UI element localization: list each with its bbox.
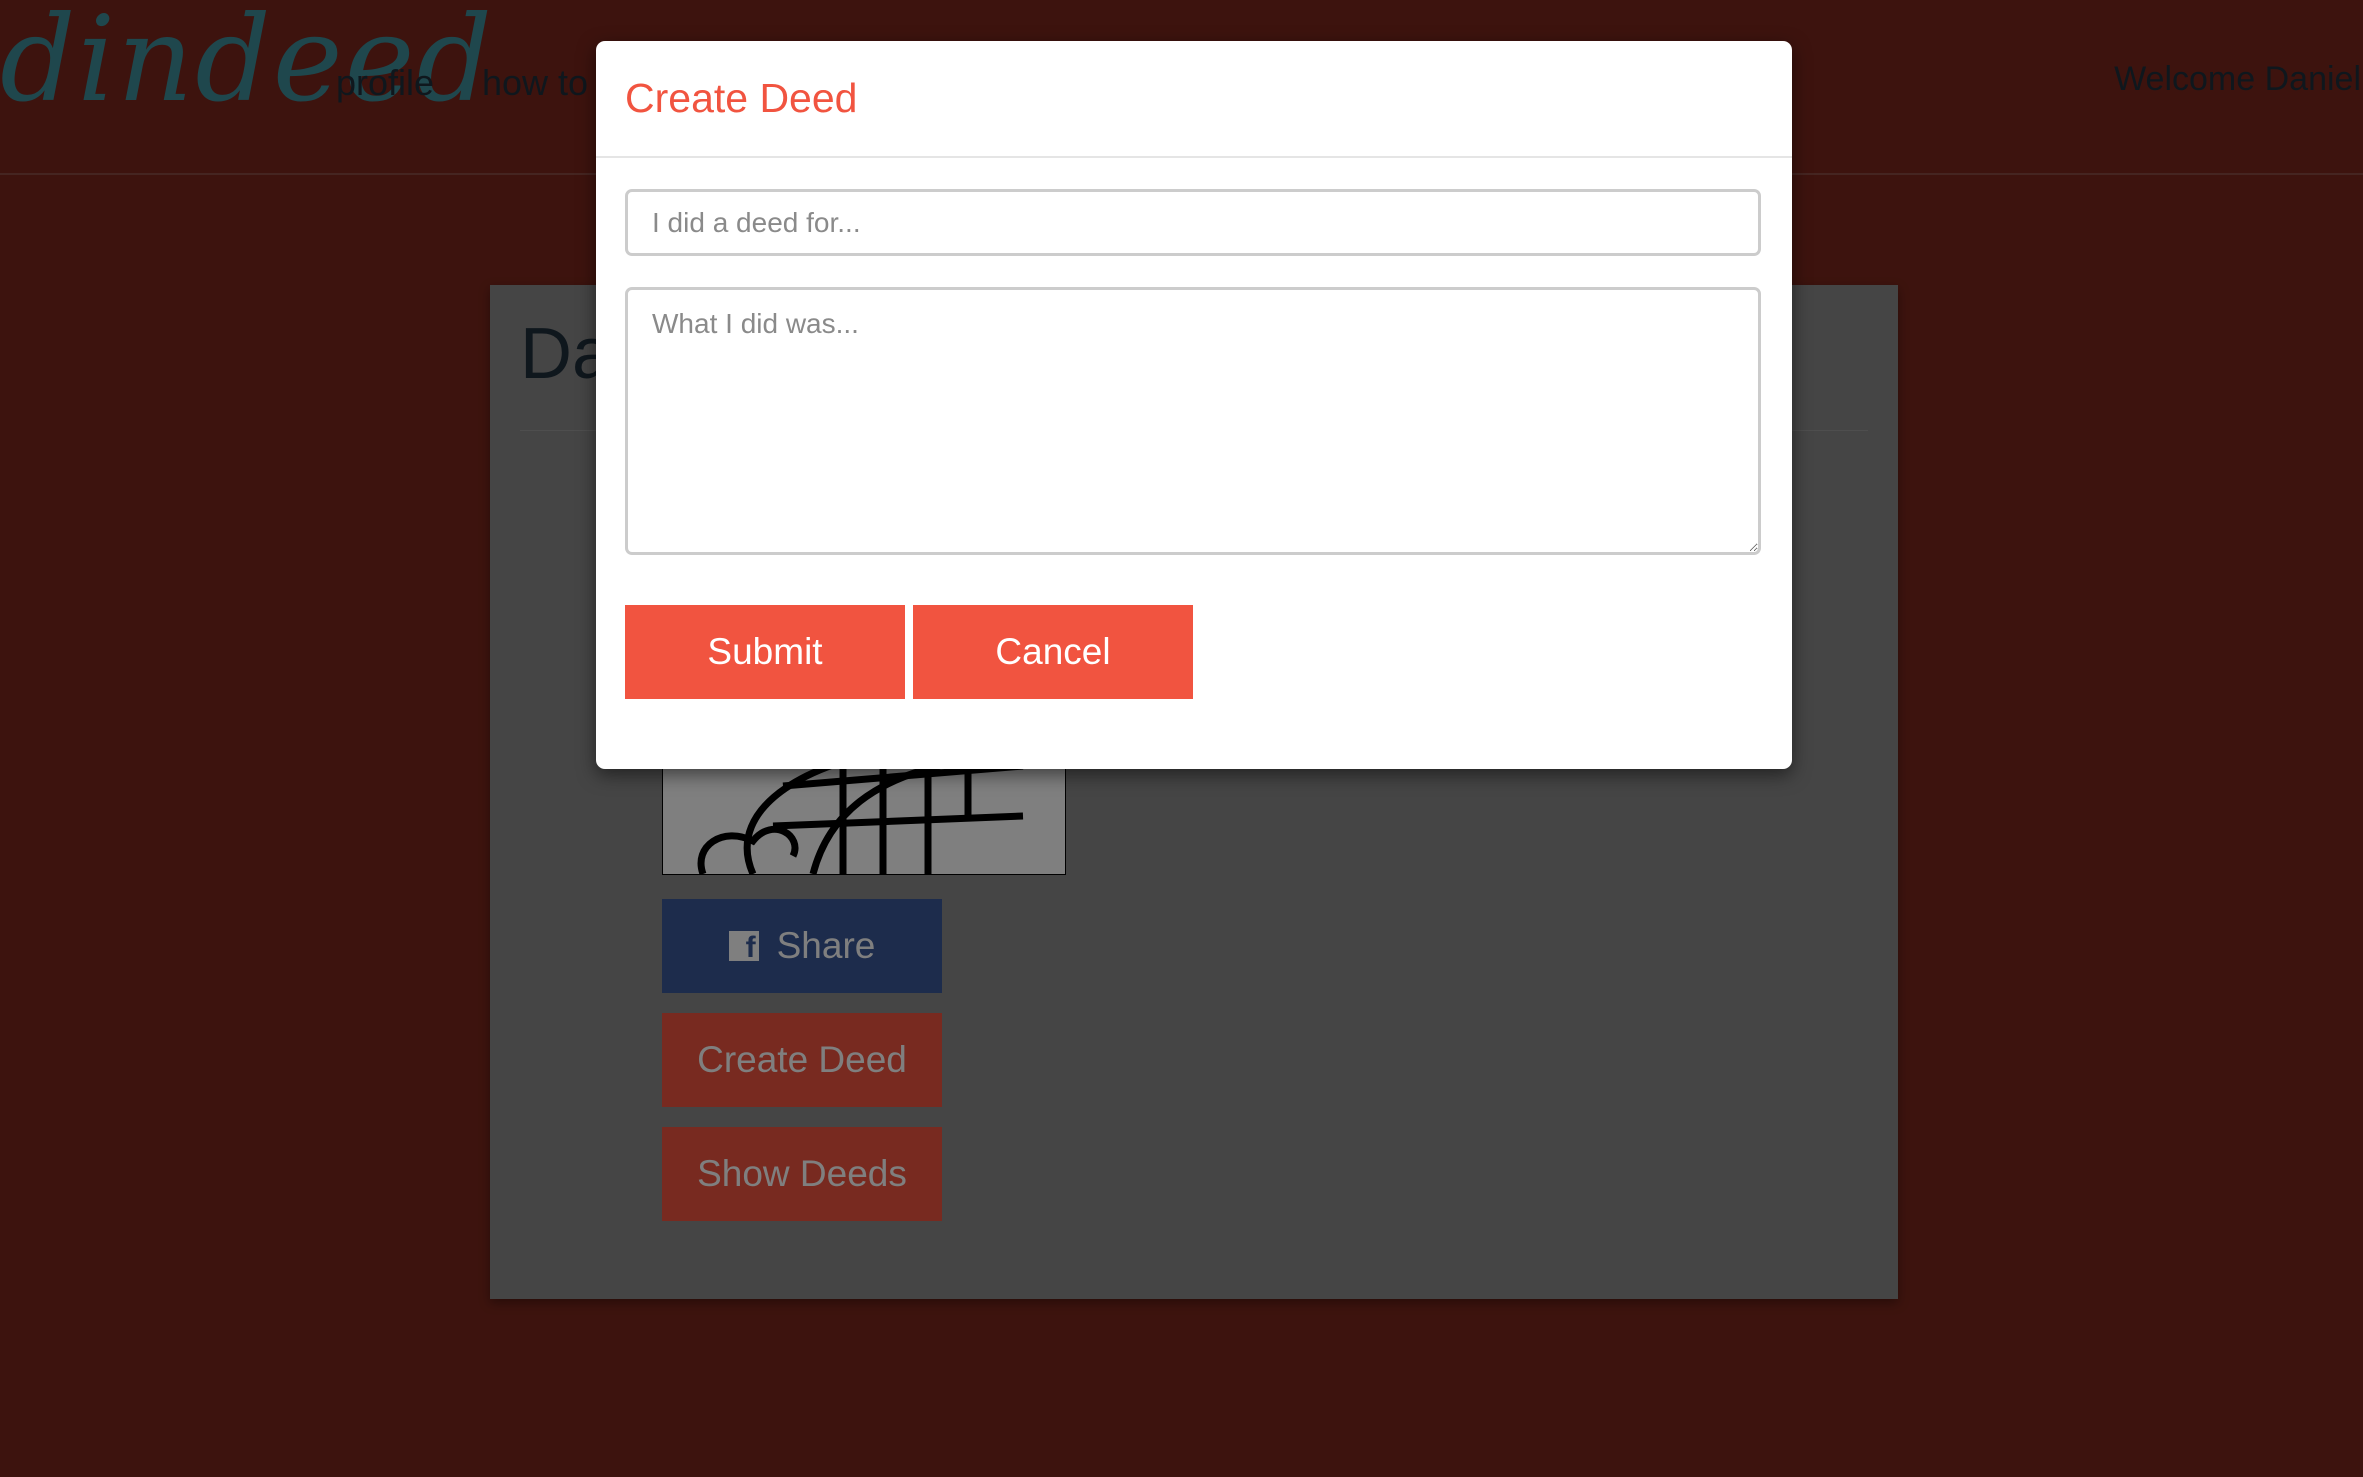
submit-button[interactable]: Submit: [625, 605, 905, 699]
modal-header: Create Deed: [596, 41, 1792, 158]
cancel-button[interactable]: Cancel: [913, 605, 1193, 699]
create-deed-modal: Create Deed Submit Cancel: [596, 41, 1792, 769]
deed-for-input[interactable]: [625, 189, 1761, 256]
deed-description-textarea[interactable]: [625, 287, 1761, 555]
modal-title: Create Deed: [625, 75, 858, 121]
